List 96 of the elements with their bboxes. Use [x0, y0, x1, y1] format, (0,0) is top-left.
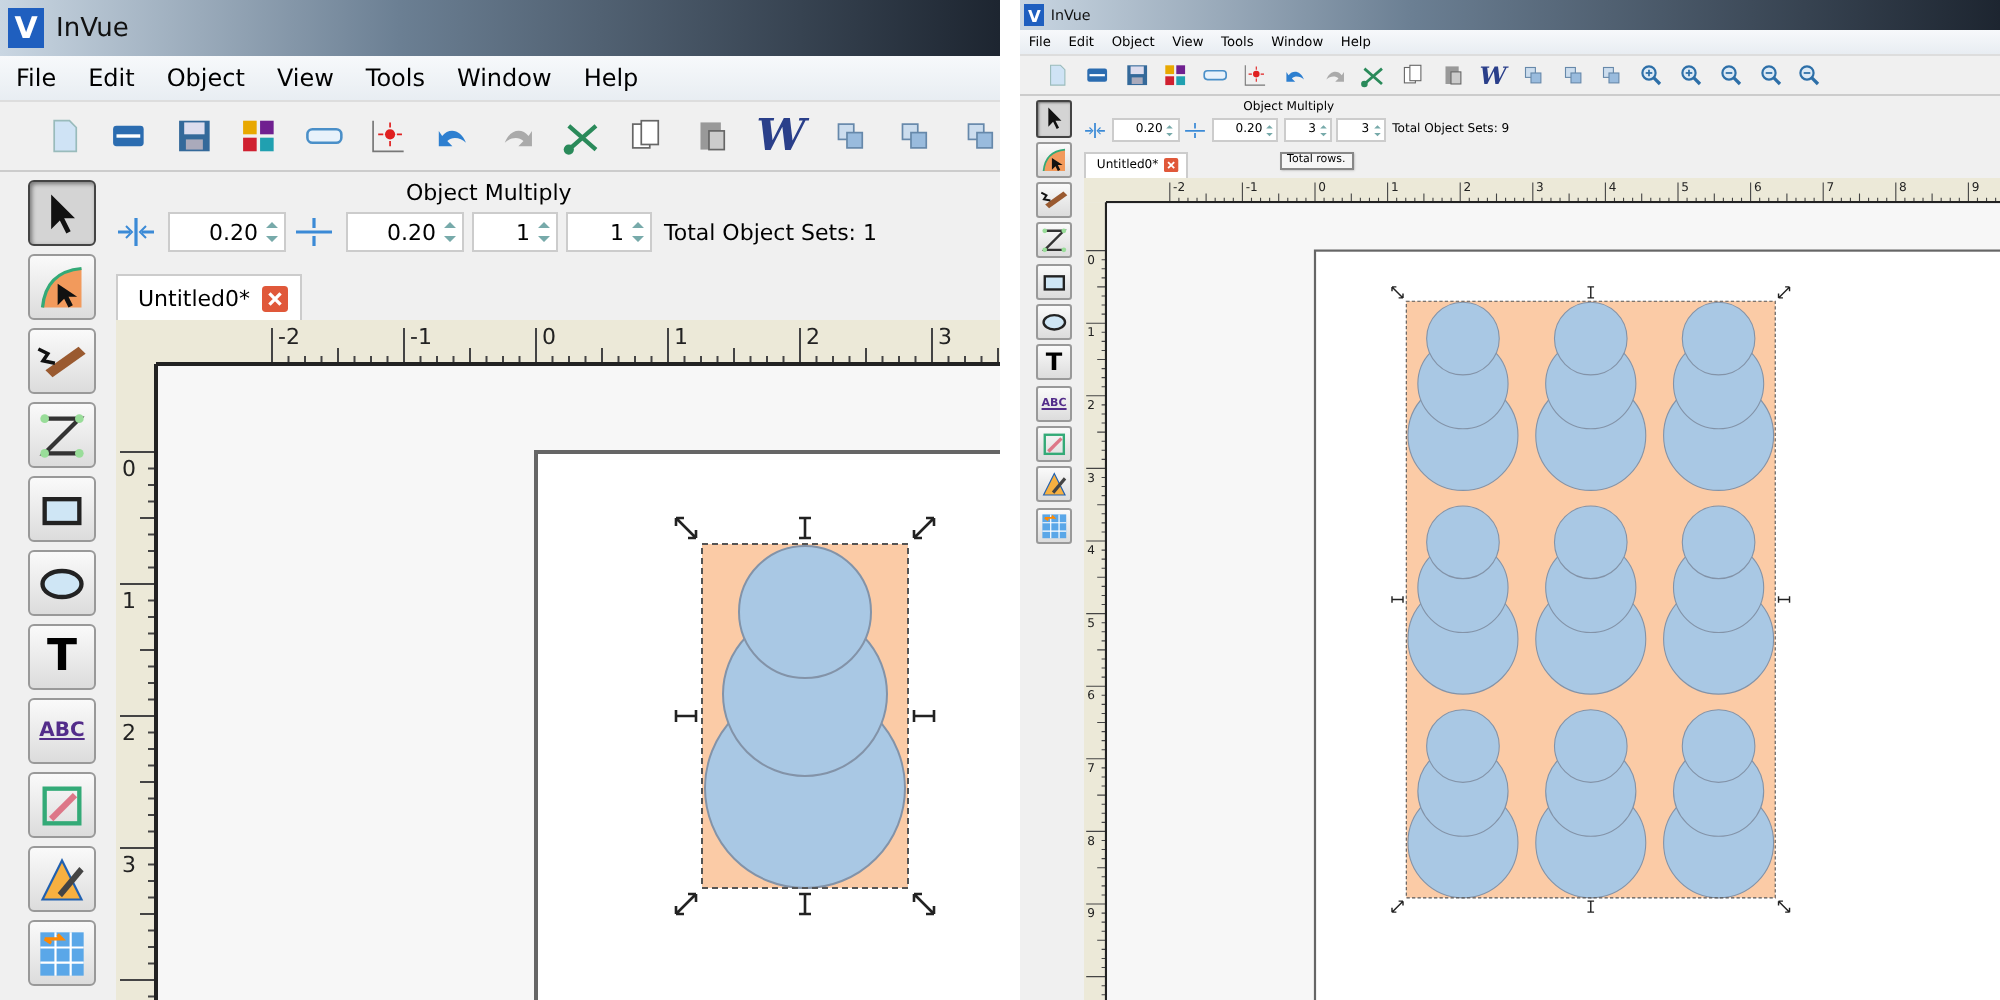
save-icon[interactable] — [1123, 62, 1150, 89]
draw-tool-button[interactable] — [28, 846, 96, 912]
ellipse-tool-button[interactable] — [1035, 304, 1073, 341]
ruler-label: 1 — [674, 324, 688, 350]
panel-title: Object Multiply — [406, 180, 572, 206]
menu-item[interactable]: View — [276, 64, 334, 92]
stepper-icon[interactable] — [440, 216, 460, 248]
palette-icon[interactable] — [1162, 62, 1190, 89]
stepper-icon[interactable] — [1164, 121, 1176, 139]
menu-item[interactable]: File — [16, 64, 57, 92]
total-sets-text: Total Object Sets: 1 — [664, 219, 878, 245]
node-edit-icon — [36, 261, 88, 313]
spin-field[interactable]: 0.20 — [346, 212, 464, 252]
stepper-icon[interactable] — [534, 216, 554, 248]
grid-icon — [36, 927, 88, 979]
ruler-label: 0 — [122, 456, 136, 482]
resize-handle[interactable] — [912, 892, 936, 916]
ruler-label: 2 — [806, 324, 820, 350]
select-tool-button[interactable] — [28, 180, 96, 246]
spin-field[interactable]: 1 — [566, 212, 652, 252]
zoom-in-icon[interactable] — [1638, 62, 1665, 89]
resize-handle[interactable] — [1777, 900, 1791, 913]
toolbar-logo[interactable]: W — [1479, 61, 1507, 90]
resize-handle[interactable] — [1391, 900, 1404, 913]
resize-handle[interactable] — [912, 708, 936, 724]
rect-tool-button[interactable] — [1035, 263, 1073, 300]
app-logo: V — [8, 8, 44, 48]
vertical-spacing-icon — [1183, 121, 1206, 139]
node-tool-button[interactable] — [1035, 141, 1073, 178]
document-tab[interactable]: Untitled0* — [116, 274, 303, 320]
textpath-tool-button[interactable]: ABC — [28, 698, 96, 764]
window-title: InVue — [56, 13, 129, 43]
stepper-icon[interactable] — [1318, 121, 1330, 139]
resize-handle[interactable] — [1391, 285, 1404, 299]
polyline-tool-button[interactable] — [28, 402, 96, 468]
ellipse-tool-button[interactable] — [28, 550, 96, 616]
knife-icon — [36, 343, 88, 379]
select-tool-button[interactable] — [1035, 100, 1073, 137]
resize-handle[interactable] — [674, 516, 698, 540]
knife-tool-button[interactable] — [1035, 182, 1073, 219]
zoom-out-icon[interactable] — [1796, 62, 1824, 89]
horizontal-spacing-icon — [116, 216, 156, 248]
resize-handle[interactable] — [797, 516, 813, 540]
polyline-icon — [1039, 226, 1069, 256]
menu-item[interactable]: Help — [583, 64, 639, 92]
resize-handle[interactable] — [674, 708, 698, 724]
toolbar-logo[interactable]: W — [756, 110, 806, 162]
node-edit-icon — [1039, 145, 1069, 174]
resize-handle[interactable] — [1391, 595, 1404, 604]
menu-item[interactable]: Object — [166, 64, 245, 92]
pencil-triangle-icon — [36, 853, 88, 905]
resize-handle[interactable] — [912, 516, 936, 540]
resize-handle[interactable] — [1586, 900, 1595, 913]
close-icon[interactable] — [1164, 158, 1180, 173]
spin-field[interactable]: 0.20 — [168, 212, 286, 252]
node-tool-button[interactable] — [28, 254, 96, 320]
zoom-out-icon[interactable] — [1717, 62, 1744, 89]
resize-handle[interactable] — [1586, 285, 1595, 299]
text-tool-button[interactable]: T — [28, 624, 96, 690]
menu-item[interactable]: Tools — [365, 64, 425, 92]
ruler-label: -2 — [278, 324, 300, 350]
pencil-triangle-icon — [1039, 470, 1069, 500]
spin-field[interactable]: 1 — [472, 212, 558, 252]
polyline-icon — [36, 409, 88, 461]
stepper-icon[interactable] — [1371, 121, 1383, 139]
ruler-label: 2 — [122, 720, 136, 746]
scissors-icon[interactable] — [1360, 62, 1388, 89]
resize-handle[interactable] — [1777, 285, 1791, 299]
stepper-icon[interactable] — [262, 216, 282, 248]
ruler-label: 3 — [938, 324, 952, 350]
zoom-in-icon[interactable] — [1678, 62, 1705, 89]
text-tool-button[interactable]: T — [1035, 344, 1073, 381]
polyline-tool-button[interactable] — [1035, 222, 1073, 259]
knife-icon — [1039, 190, 1069, 211]
close-icon[interactable] — [262, 285, 289, 311]
knife-tool-button[interactable] — [28, 328, 96, 394]
ruler-label: 1 — [122, 588, 136, 614]
resize-handle[interactable] — [797, 892, 813, 916]
stepper-icon[interactable] — [1264, 121, 1276, 139]
rect-tool-button[interactable] — [28, 476, 96, 542]
ruler-label: 3 — [122, 852, 136, 878]
ruler-label: 0 — [542, 324, 556, 350]
vertical-spacing-icon — [294, 216, 334, 248]
ruler-label: -1 — [410, 324, 432, 350]
resize-handle[interactable] — [674, 892, 698, 916]
draw-tool-button[interactable] — [1035, 466, 1073, 503]
horizontal-spacing-icon — [1083, 121, 1106, 139]
app-logo: V — [1024, 4, 1045, 27]
menu-item[interactable]: Edit — [88, 64, 135, 92]
zoom-out-icon[interactable] — [1757, 62, 1784, 89]
stepper-icon[interactable] — [628, 216, 648, 248]
resize-handle[interactable] — [1777, 595, 1791, 604]
paste-icon[interactable] — [1439, 62, 1467, 89]
grid-icon — [1039, 511, 1069, 540]
crop-icon — [1039, 429, 1069, 459]
menu-item[interactable]: Window — [456, 64, 552, 92]
